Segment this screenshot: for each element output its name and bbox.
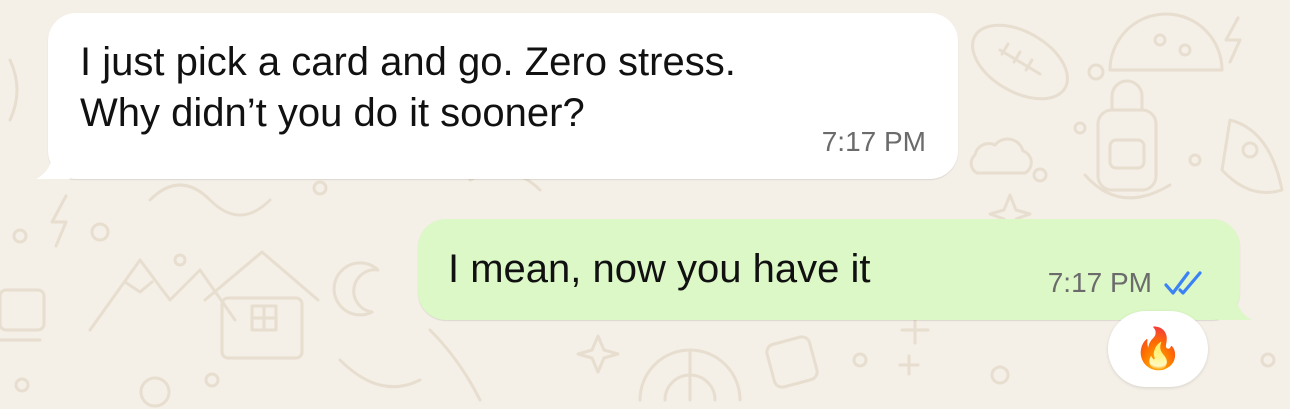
message-timestamp: 7:17 PM xyxy=(821,126,926,157)
reaction-badge[interactable]: 🔥 xyxy=(1108,311,1208,387)
outgoing-bubble-tail xyxy=(1218,280,1252,320)
incoming-bubble-tail xyxy=(36,139,70,179)
fire-emoji-icon: 🔥 xyxy=(1133,327,1183,371)
shell-doodle-icon xyxy=(638,348,742,402)
message-text: I mean, now you have it xyxy=(448,247,871,291)
incoming-message-bubble[interactable]: I just pick a card and go. Zero stress. … xyxy=(36,13,958,179)
double-check-icon xyxy=(1164,271,1202,295)
backpack-doodle-icon xyxy=(1096,79,1158,192)
house-doodle-icon xyxy=(203,250,320,360)
moon-doodle-icon xyxy=(332,261,380,317)
lightning-doodle-icon xyxy=(50,194,68,248)
taco-doodle-icon xyxy=(1108,12,1224,72)
message-text: I just pick a card and go. Zero stress. … xyxy=(80,40,736,135)
outgoing-message-bubble[interactable]: I mean, now you have it 7:17 PM xyxy=(418,219,1252,320)
cloud-doodle-icon xyxy=(969,137,1033,175)
dice-doodle-icon xyxy=(765,335,819,389)
football-doodle-icon xyxy=(971,23,1069,101)
message-timestamp: 7:17 PM xyxy=(1047,267,1152,298)
rocket-doodle-icon xyxy=(1220,118,1284,194)
